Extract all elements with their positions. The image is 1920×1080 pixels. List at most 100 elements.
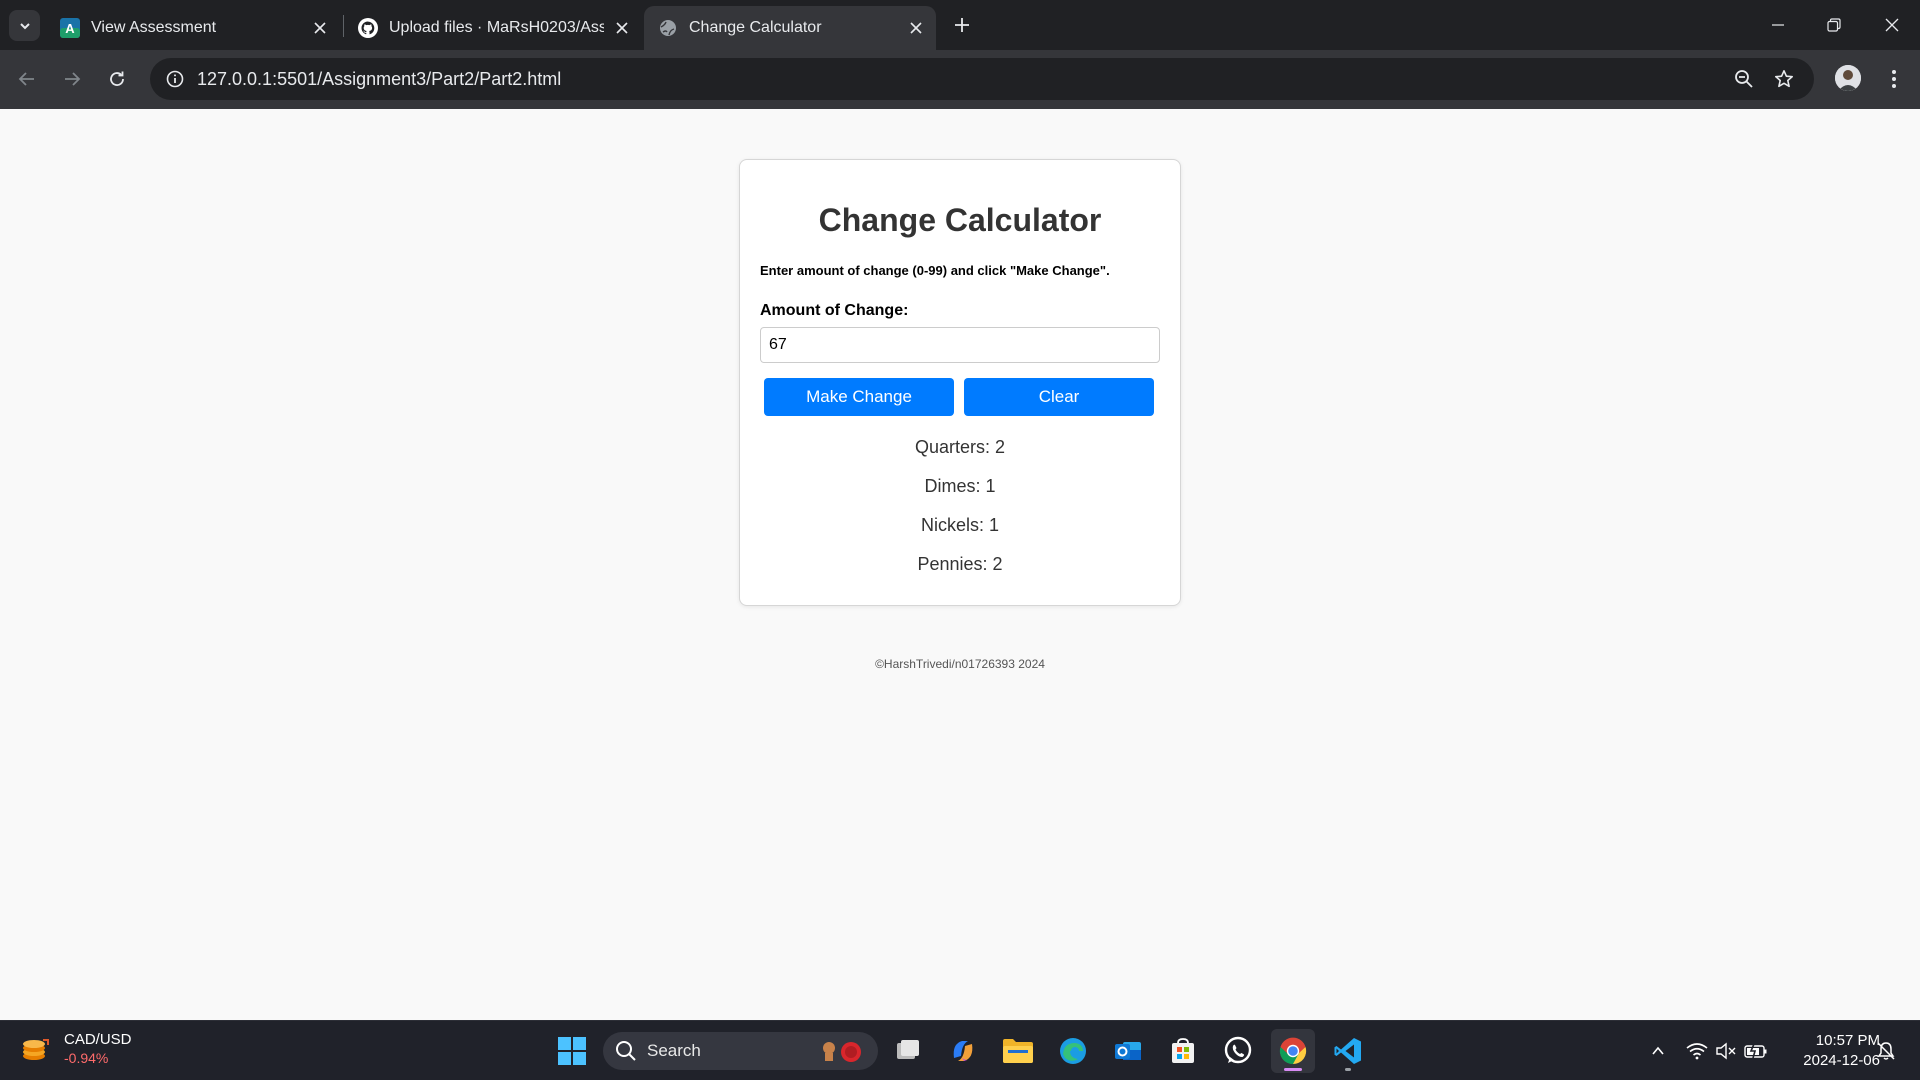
clock-time: 10:57 PM bbox=[1815, 1032, 1880, 1049]
footer: ©HarshTrivedi/n01726393 2024 bbox=[0, 657, 1920, 671]
tab-title: Upload files · MaRsH0203/Assig bbox=[389, 19, 604, 36]
dimes-result: Dimes: 1 bbox=[924, 476, 996, 496]
reload-icon bbox=[110, 71, 124, 86]
calculator-card: Change Calculator Enter amount of change… bbox=[739, 159, 1181, 606]
arrow-left-icon bbox=[18, 72, 34, 86]
tab-title: Change Calculator bbox=[689, 19, 822, 36]
battery-status[interactable] bbox=[1740, 1035, 1772, 1067]
tab-view-assessment[interactable]: A View Assessment bbox=[44, 6, 340, 50]
edge-button[interactable] bbox=[1051, 1029, 1095, 1073]
search-highlight-icon bbox=[823, 1042, 861, 1062]
copilot-button[interactable] bbox=[941, 1029, 985, 1073]
quarters-result: Quarters: 2 bbox=[914, 437, 1006, 457]
make-change-button[interactable]: Make Change bbox=[764, 378, 954, 416]
amount-label: Amount of Change: bbox=[760, 302, 909, 319]
coins-icon bbox=[20, 1033, 52, 1065]
more-vertical-icon bbox=[1892, 70, 1896, 88]
profile-avatar[interactable] bbox=[1835, 65, 1861, 91]
arrow-right-icon bbox=[65, 72, 81, 86]
whatsapp-button[interactable] bbox=[1216, 1029, 1260, 1073]
tab-upload-files[interactable]: Upload files · MaRsH0203/Assig bbox=[342, 6, 642, 50]
close-icon[interactable] bbox=[308, 16, 332, 40]
reload-button[interactable] bbox=[100, 62, 134, 96]
page-title: Change Calculator bbox=[818, 202, 1102, 238]
active-app-indicator bbox=[1284, 1068, 1302, 1071]
taskbar: CAD/USD -0.94% Search 10:57 PM 2024-12-0… bbox=[0, 1020, 1920, 1080]
widget-title: CAD/USD bbox=[64, 1031, 132, 1048]
github-icon bbox=[358, 18, 378, 38]
close-icon[interactable] bbox=[610, 16, 634, 40]
task-view-icon bbox=[897, 1040, 919, 1059]
outlook-icon bbox=[1115, 1042, 1141, 1060]
clear-button[interactable]: Clear bbox=[964, 378, 1154, 416]
tab-title: View Assessment bbox=[91, 19, 217, 36]
amount-input[interactable] bbox=[760, 327, 1160, 363]
minimize-button[interactable] bbox=[1750, 0, 1806, 50]
whatsapp-icon bbox=[1224, 1036, 1252, 1064]
close-icon bbox=[1885, 18, 1899, 32]
address-bar[interactable]: 127.0.0.1:5501/Assignment3/Part2/Part2.h… bbox=[150, 58, 1814, 100]
minimize-icon bbox=[1772, 24, 1784, 26]
taskbar-search[interactable]: Search bbox=[603, 1032, 878, 1070]
zoom-out-icon bbox=[1735, 70, 1753, 88]
results: Quarters: 2 Dimes: 1 Nickels: 1 Pennies:… bbox=[760, 436, 1160, 575]
widget-change: -0.94% bbox=[64, 1050, 109, 1066]
clock-date: 2024-12-06 bbox=[1803, 1052, 1880, 1069]
outlook-button[interactable] bbox=[1106, 1029, 1150, 1073]
chrome-icon bbox=[1279, 1037, 1307, 1065]
site-info-icon[interactable] bbox=[160, 64, 190, 94]
chevron-down-icon bbox=[19, 22, 30, 29]
vscode-icon bbox=[1334, 1038, 1361, 1064]
battery-charging-icon bbox=[1744, 1043, 1767, 1059]
store-icon bbox=[1172, 1038, 1194, 1063]
wifi-status[interactable] bbox=[1681, 1035, 1713, 1067]
chrome-button[interactable] bbox=[1271, 1029, 1315, 1073]
url-text[interactable]: 127.0.0.1:5501/Assignment3/Part2/Part2.h… bbox=[197, 58, 561, 100]
search-label: Search bbox=[647, 1041, 701, 1060]
svg-text:A: A bbox=[65, 21, 75, 36]
page-viewport: Change Calculator Enter amount of change… bbox=[0, 109, 1920, 1020]
nickels-result: Nickels: 1 bbox=[920, 515, 1000, 535]
wifi-icon bbox=[1686, 1043, 1708, 1060]
button-row: Make Change Clear bbox=[760, 378, 1160, 416]
running-app-indicator bbox=[1345, 1068, 1351, 1071]
forward-button[interactable] bbox=[55, 62, 89, 96]
bookmark-button[interactable] bbox=[1769, 64, 1799, 94]
file-explorer-button[interactable] bbox=[996, 1029, 1040, 1073]
restore-button[interactable] bbox=[1806, 0, 1862, 50]
restore-icon bbox=[1827, 18, 1841, 32]
browser-toolbar: 127.0.0.1:5501/Assignment3/Part2/Part2.h… bbox=[0, 50, 1920, 109]
tab-change-calculator[interactable]: Change Calculator bbox=[644, 6, 936, 50]
tab-search-button[interactable] bbox=[9, 10, 40, 41]
vscode-button[interactable] bbox=[1326, 1029, 1370, 1073]
plus-icon bbox=[955, 18, 969, 32]
windows-icon bbox=[558, 1037, 586, 1065]
start-button[interactable] bbox=[550, 1029, 594, 1073]
tab-strip: A View Assessment Upload files · MaRsH02… bbox=[0, 0, 1920, 50]
currency-widget[interactable]: CAD/USD -0.94% bbox=[20, 1031, 132, 1067]
back-button[interactable] bbox=[10, 62, 44, 96]
task-view-button[interactable] bbox=[886, 1029, 930, 1073]
system-clock[interactable]: 10:57 PM 2024-12-06 bbox=[1770, 1031, 1880, 1071]
close-window-button[interactable] bbox=[1864, 0, 1920, 50]
instructions-text: Enter amount of change (0-99) and click … bbox=[760, 263, 1110, 278]
browser-menu-button[interactable] bbox=[1880, 64, 1908, 94]
notification-bell-icon bbox=[1877, 1042, 1895, 1060]
folder-icon bbox=[1003, 1039, 1033, 1063]
volume-status[interactable] bbox=[1710, 1035, 1742, 1067]
store-button[interactable] bbox=[1161, 1029, 1205, 1073]
close-icon[interactable] bbox=[904, 16, 928, 40]
globe-icon bbox=[658, 18, 678, 38]
new-tab-button[interactable] bbox=[948, 11, 976, 39]
footer-text: ©HarshTrivedi/n01726393 2024 bbox=[875, 657, 1045, 671]
chevron-up-icon bbox=[1652, 1046, 1664, 1055]
star-icon bbox=[1775, 70, 1793, 88]
profile-avatar-icon bbox=[1835, 65, 1861, 91]
notification-button[interactable] bbox=[1870, 1035, 1902, 1067]
copilot-icon bbox=[953, 1041, 973, 1061]
assessment-favicon-icon: A bbox=[60, 18, 80, 38]
zoom-button[interactable] bbox=[1729, 64, 1759, 94]
pennies-result: Pennies: 2 bbox=[917, 554, 1003, 574]
show-hidden-icons-button[interactable] bbox=[1642, 1035, 1674, 1067]
volume-muted-icon bbox=[1716, 1042, 1736, 1060]
